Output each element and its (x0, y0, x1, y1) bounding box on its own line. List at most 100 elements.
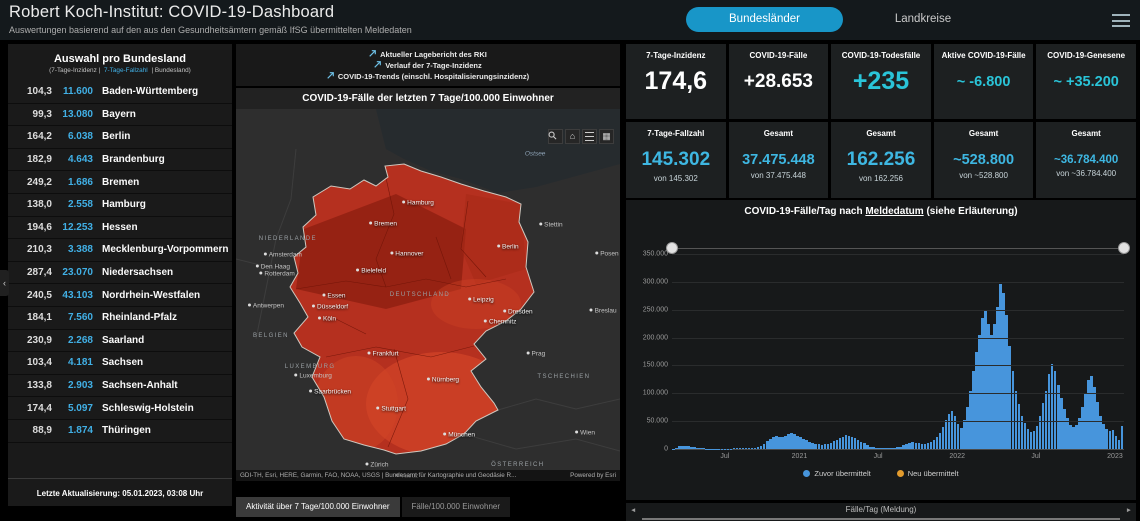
last-update-value: 05.01.2023, 03:08 Uhr (122, 489, 203, 498)
case-count: 12.253 (52, 222, 93, 233)
incidence-value: 99,3 (8, 109, 52, 120)
incidence-value: 210,3 (8, 244, 52, 255)
gridline (672, 282, 1124, 283)
collapse-panel-icon[interactable]: ‹ (0, 270, 9, 296)
x-axis-label: 2021 (792, 453, 808, 460)
header: Robert Koch-Institut: COVID-19-Dashboard… (0, 0, 1140, 40)
case-count: 1.686 (52, 177, 93, 188)
bundesland-name: Mecklenburg-Vorpommern (93, 244, 232, 255)
bundesland-name: Rheinland-Pfalz (93, 312, 232, 323)
bundesland-list-panel: Auswahl pro Bundesland (7-Tage-Inzidenz … (8, 44, 232, 506)
stat-card-6: 7-Tage-Fallzahl145.302von 145.302 (626, 122, 726, 198)
y-axis-label: 250.000 (628, 306, 668, 313)
stat-value: +28.653 (729, 71, 829, 93)
incidence-value: 174,4 (8, 403, 52, 414)
case-count: 2.268 (52, 335, 93, 346)
map-tab[interactable]: Aktivität über 7 Tage/100.000 Einwohner (236, 497, 400, 517)
last-update: Letzte Aktualisierung: 05.01.2023, 03:08… (8, 489, 232, 498)
stat-card-4: Aktive COVID-19-Fälle~ -6.800 (934, 44, 1034, 119)
bundesland-row[interactable]: 164,26.038Berlin (8, 126, 232, 149)
layers-list-icon[interactable] (582, 129, 597, 144)
incidence-value: 103,4 (8, 357, 52, 368)
subtitle-part-2: 7-Tage-Fallzahl (104, 67, 148, 74)
stat-value: ~528.800 (934, 152, 1034, 168)
stat-sub: von 162.256 (831, 174, 931, 183)
x-axis-label: 2023 (1107, 453, 1123, 460)
stat-value: 37.475.448 (729, 152, 829, 168)
stat-sub: von ~528.800 (934, 171, 1034, 180)
case-count: 11.600 (52, 86, 93, 97)
stat-value: 162.256 (831, 149, 931, 171)
bundesland-row[interactable]: 133,82.903Sachsen-Anhalt (8, 375, 232, 398)
gridline (672, 393, 1124, 394)
bundesland-row[interactable]: 194,612.253Hessen (8, 217, 232, 240)
time-range-slider[interactable] (672, 248, 1124, 249)
case-count: 2.903 (52, 380, 93, 391)
external-link-icon (327, 72, 334, 81)
bundesland-row[interactable]: 230,92.268Saarland (8, 330, 232, 353)
rki-link-3[interactable]: COVID-19-Trends (einschl. Hospitalisieru… (327, 72, 529, 81)
stat-card-1: 7-Tage-Inzidenz174,6 (626, 44, 726, 119)
bundesland-row[interactable]: 88,91.874Thüringen (8, 420, 232, 443)
bundesland-name: Schleswig-Holstein (93, 403, 232, 414)
bundesland-name: Saarland (93, 335, 232, 346)
incidence-value: 133,8 (8, 380, 52, 391)
legend-item[interactable]: Neu übermittelt (897, 469, 959, 478)
bundesland-row[interactable]: 210,33.388Mecklenburg-Vorpommern (8, 239, 232, 262)
bundesland-name: Baden-Württemberg (93, 86, 232, 97)
germany-map[interactable]: HamburgBremenHannoverBerlinBielefeldEsse… (236, 109, 620, 481)
rki-link-1[interactable]: Aktueller Lagebericht des RKI (369, 50, 487, 59)
incidence-value: 104,3 (8, 86, 52, 97)
stat-value: +235 (831, 67, 931, 96)
gridline (672, 310, 1124, 311)
map-tab[interactable]: Fälle/100.000 Einwohner (402, 497, 511, 517)
basemap-grid-icon[interactable]: ▦ (599, 129, 614, 144)
toggle-landkreise[interactable]: Landkreise (858, 7, 988, 32)
bundesland-row[interactable]: 99,313.080Bayern (8, 104, 232, 127)
toggle-bundeslaender[interactable]: Bundesländer (686, 7, 843, 32)
attribution-text: GDI-TH, Esri, HERE, Garmin, FAO, NOAA, U… (240, 472, 516, 479)
stat-card-7: Gesamt37.475.448von 37.475.448 (729, 122, 829, 198)
rki-link-2[interactable]: Verlauf der 7-Tage-Inzidenz (374, 61, 482, 70)
external-link-icon (369, 50, 376, 59)
bundesland-row[interactable]: 138,02.558Hamburg (8, 194, 232, 217)
scrollbar-thumb[interactable] (642, 518, 1120, 520)
x-axis-label: 2022 (949, 453, 965, 460)
incidence-value: 138,0 (8, 199, 52, 210)
bar-chart-plot[interactable]: 350.000300.000250.000200.000150.000100.0… (672, 254, 1124, 450)
slider-handle-right[interactable] (1118, 242, 1130, 254)
bundesland-row[interactable]: 287,423.070Niedersachsen (8, 262, 232, 285)
bundesland-row[interactable]: 184,17.560Rheinland-Pfalz (8, 307, 232, 330)
chart-title-pre: COVID-19-Fälle/Tag nach (744, 206, 865, 217)
home-icon[interactable]: ⌂ (565, 129, 580, 144)
scroll-right-icon[interactable]: ► (1126, 507, 1132, 514)
bundesland-name: Bremen (93, 177, 232, 188)
bundesland-row[interactable]: 182,94.643Brandenburg (8, 149, 232, 172)
bundesland-row[interactable]: 103,44.181Sachsen (8, 352, 232, 375)
meldedatum-link[interactable]: Meldedatum (865, 206, 923, 217)
gridline (672, 338, 1124, 339)
search-icon[interactable] (548, 129, 563, 144)
page-subtitle: Auswertungen basierend auf den aus den G… (9, 25, 412, 35)
stat-card-10: Gesamt~36.784.400von ~36.784.400 (1036, 122, 1136, 198)
case-count: 7.560 (52, 312, 93, 323)
chart-caption: Fälle/Tag (Meldung) (626, 505, 1136, 514)
bundesland-table: 104,311.600Baden-Württemberg99,313.080Ba… (8, 81, 232, 443)
stat-label: 7-Tage-Fallzahl (626, 129, 726, 138)
x-axis-label: Jul (720, 453, 729, 460)
y-axis-label: 0 (628, 446, 668, 453)
stat-card-5: COVID-19-Genesene~ +35.200 (1036, 44, 1136, 119)
stat-value: ~ -6.800 (934, 74, 1034, 90)
bundesland-row[interactable]: 104,311.600Baden-Württemberg (8, 81, 232, 104)
bundesland-row[interactable]: 174,45.097Schleswig-Holstein (8, 397, 232, 420)
case-count: 2.558 (52, 199, 93, 210)
bundesland-row[interactable]: 249,21.686Bremen (8, 171, 232, 194)
legend-item[interactable]: Zuvor übermittelt (803, 469, 870, 478)
menu-icon[interactable] (1112, 14, 1130, 27)
subtitle-part-1: (7-Tage-Inzidenz | (49, 67, 100, 74)
sidebar-subtitle: (7-Tage-Inzidenz | 7-Tage-Fallzahl | Bun… (8, 67, 232, 74)
map-attribution: GDI-TH, Esri, HERE, Garmin, FAO, NOAA, U… (236, 470, 620, 481)
sidebar-divider (8, 478, 232, 479)
bundesland-row[interactable]: 240,543.103Nordrhein-Westfalen (8, 284, 232, 307)
map-view-tabs: Aktivität über 7 Tage/100.000 EinwohnerF… (236, 497, 510, 517)
